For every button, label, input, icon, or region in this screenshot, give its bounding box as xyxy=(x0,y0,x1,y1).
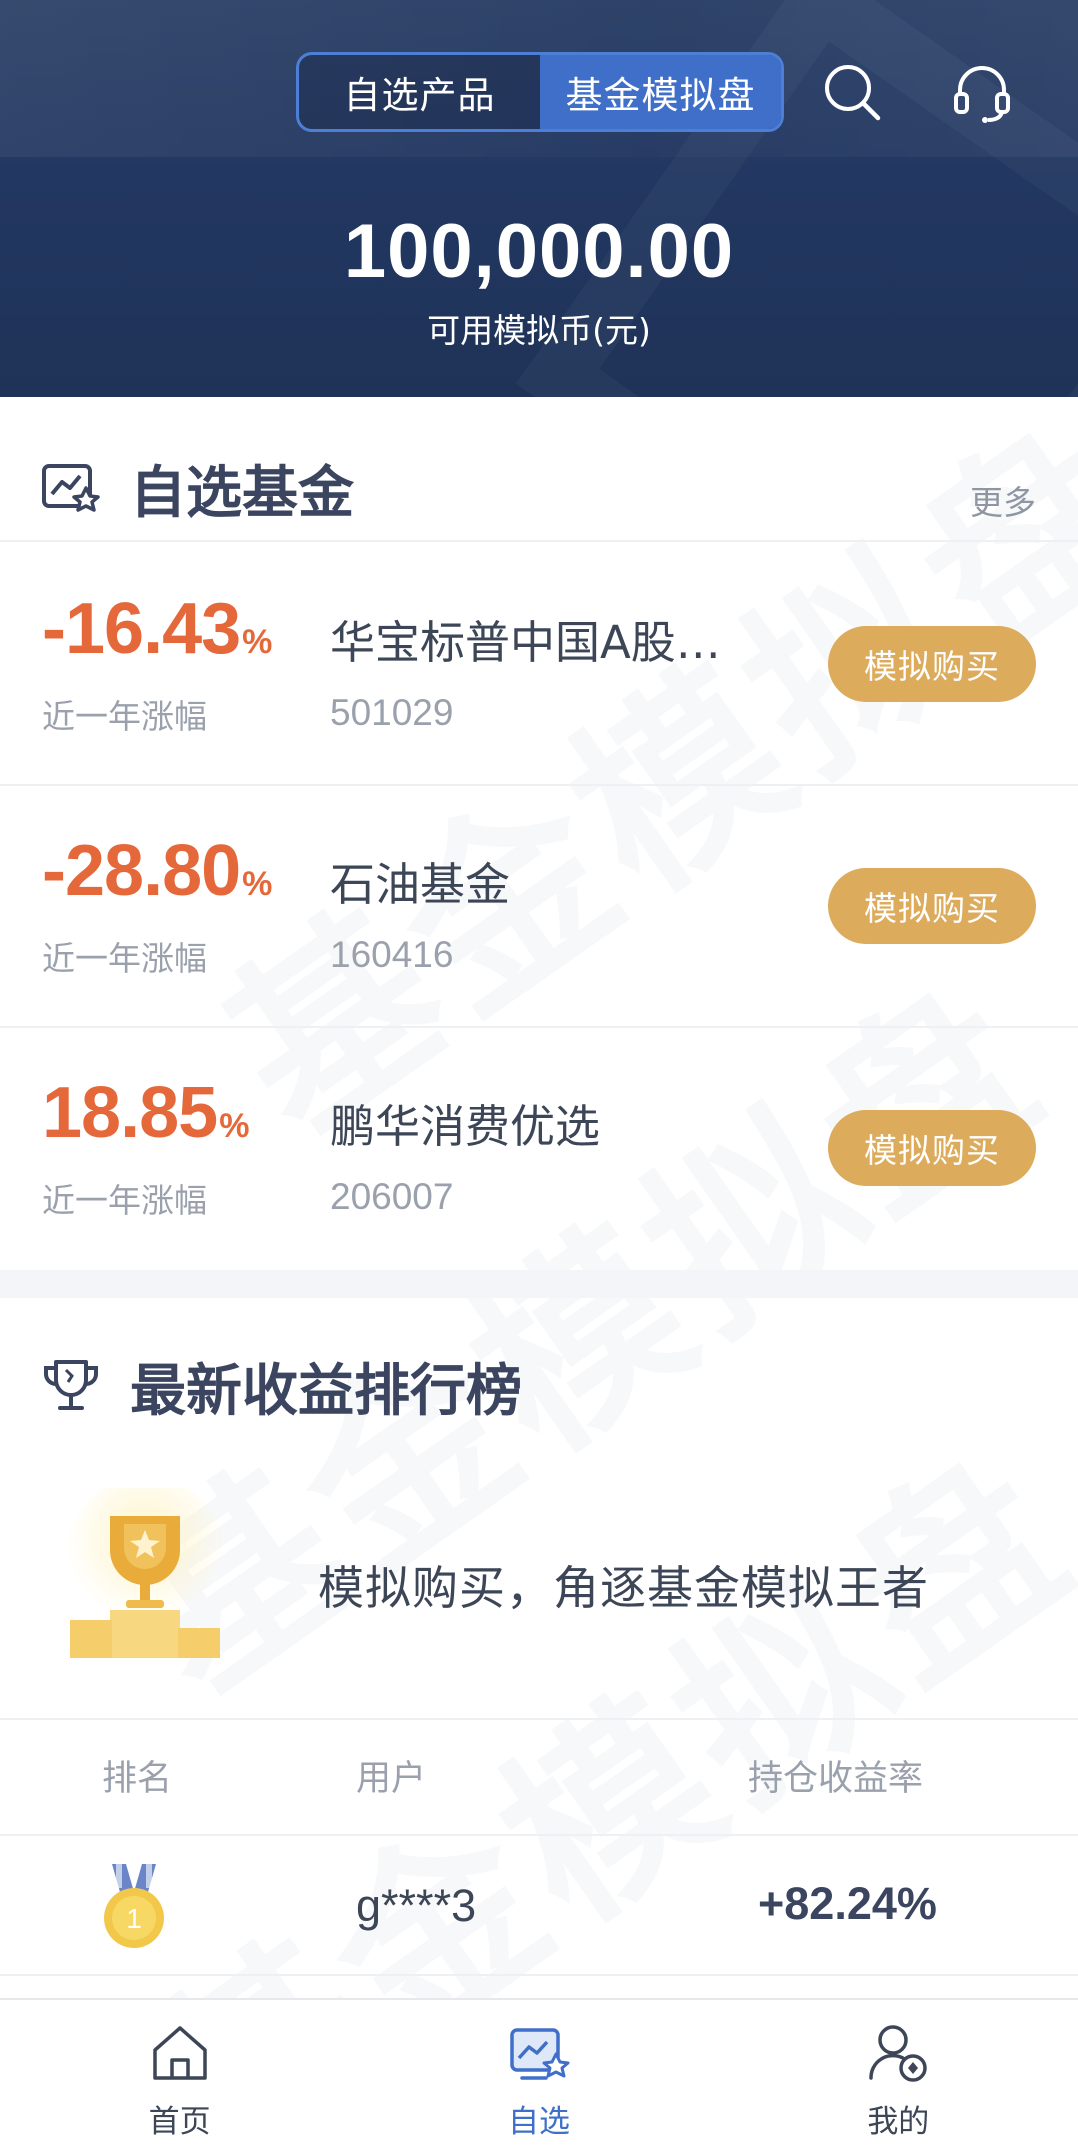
ranking-slogan: 模拟购买，角逐基金模拟王者 xyxy=(318,1561,929,1615)
divider xyxy=(0,540,1078,542)
segment-control: 自选产品 基金模拟盘 xyxy=(296,52,784,132)
watchlist-header: 自选基金 更多 xyxy=(0,420,1078,550)
fund-code: 206007 xyxy=(330,1176,454,1217)
fund-return: -28.80% xyxy=(42,831,272,911)
ranking-row[interactable]: 1 g****3 +82.24% xyxy=(0,1838,1078,1976)
nav-item-profile[interactable]: 我的 xyxy=(719,2000,1078,2145)
column-header-rank: 排名 xyxy=(102,1759,173,1799)
column-header-return: 持仓收益率 xyxy=(748,1759,924,1799)
header-banner: 自选产品 基金模拟盘 100,000.00 可用模拟币(元) xyxy=(0,0,1078,397)
nav-item-home[interactable]: 首页 xyxy=(0,2000,359,2145)
fund-row[interactable]: -28.80% 近一年涨幅 石油基金 160416 模拟购买 xyxy=(0,786,1078,1028)
fund-return: -16.43% xyxy=(42,589,272,669)
fund-return-label: 近一年涨幅 xyxy=(42,697,207,736)
fund-name: 鹏华消费优选 xyxy=(330,1100,601,1153)
nav-item-watchlist[interactable]: 自选 xyxy=(359,2000,718,2145)
available-balance: 100,000.00 xyxy=(343,209,735,294)
watchlist-icon xyxy=(510,2028,570,2080)
column-header-user: 用户 xyxy=(356,1759,427,1799)
search-icon[interactable] xyxy=(818,58,886,126)
section-separator xyxy=(0,1270,1078,1298)
nav-label-profile: 我的 xyxy=(867,2104,930,2140)
divider xyxy=(0,1718,1078,1720)
available-balance-label: 可用模拟币(元) xyxy=(427,311,651,350)
tab-watchlist-products[interactable]: 自选产品 xyxy=(299,55,540,129)
fund-return-label: 近一年涨幅 xyxy=(42,939,207,978)
ranking-header: 最新收益排行榜 xyxy=(0,1320,1078,1450)
divider xyxy=(0,1834,1078,1836)
fund-code: 160416 xyxy=(330,934,454,975)
fund-row[interactable]: 18.85% 近一年涨幅 鹏华消费优选 206007 模拟购买 xyxy=(0,1028,1078,1270)
fund-code: 501029 xyxy=(330,692,454,733)
divider xyxy=(0,1974,1078,1976)
nav-label-home: 首页 xyxy=(148,2104,211,2140)
simulate-buy-button[interactable]: 模拟购买 xyxy=(828,868,1036,944)
gold-medal-icon: 1 xyxy=(104,1864,164,1948)
svg-text:1: 1 xyxy=(126,1903,142,1934)
tab-fund-simulator[interactable]: 基金模拟盘 xyxy=(540,55,781,129)
fund-return-label: 近一年涨幅 xyxy=(42,1181,207,1220)
chart-star-icon xyxy=(42,464,100,512)
trophy-podium-icon xyxy=(65,1488,225,1658)
bottom-nav: 首页 自选 我的 xyxy=(0,1998,1078,2145)
home-icon xyxy=(152,2026,207,2080)
fund-return: 18.85% xyxy=(42,1073,249,1153)
fund-name: 华宝标普中国A股… xyxy=(330,616,721,669)
rank-user: g****3 xyxy=(356,1880,477,1931)
simulate-buy-button[interactable]: 模拟购买 xyxy=(828,626,1036,702)
fund-name: 石油基金 xyxy=(330,858,511,911)
headset-icon[interactable] xyxy=(948,58,1016,126)
fund-row[interactable]: -16.43% 近一年涨幅 华宝标普中国A股… 501029 模拟购买 xyxy=(0,544,1078,786)
ranking-title: 最新收益排行榜 xyxy=(130,1359,522,1424)
nav-label-watchlist: 自选 xyxy=(507,2104,570,2140)
profile-icon xyxy=(869,2025,928,2082)
rank-return: +82.24% xyxy=(758,1878,937,1929)
more-link[interactable]: 更多 xyxy=(970,476,1036,524)
trophy-icon xyxy=(44,1360,98,1410)
watchlist-title: 自选基金 xyxy=(130,461,354,526)
simulate-buy-button[interactable]: 模拟购买 xyxy=(828,1110,1036,1186)
